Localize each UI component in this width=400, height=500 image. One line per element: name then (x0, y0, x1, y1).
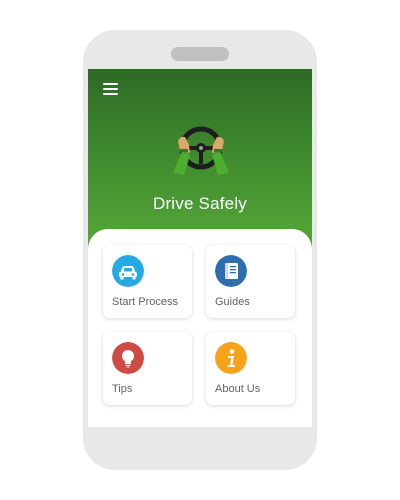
guides-button[interactable]: Guides (206, 245, 295, 318)
info-icon (215, 342, 247, 374)
car-icon (112, 255, 144, 287)
phone-speaker (171, 47, 229, 61)
about-us-button[interactable]: About Us (206, 332, 295, 405)
hamburger-menu-icon[interactable] (103, 83, 118, 95)
app-title: Drive Safely (152, 194, 248, 213)
lightbulb-icon (112, 342, 144, 374)
start-process-label: Start Process (112, 296, 179, 308)
app-screen: Drive Safely Start Process Guides Tips A… (88, 69, 312, 427)
book-icon (215, 255, 247, 287)
tips-button[interactable]: Tips (103, 332, 192, 405)
about-us-label: About Us (215, 383, 261, 395)
phone-frame: Drive Safely Start Process Guides Tips A… (83, 30, 317, 470)
tips-label: Tips (112, 383, 133, 395)
menu-grid: Start Process Guides Tips About Us (88, 229, 312, 427)
start-process-button[interactable]: Start Process (103, 245, 192, 318)
steering-wheel-hands-icon (173, 126, 229, 175)
guides-label: Guides (215, 296, 250, 308)
